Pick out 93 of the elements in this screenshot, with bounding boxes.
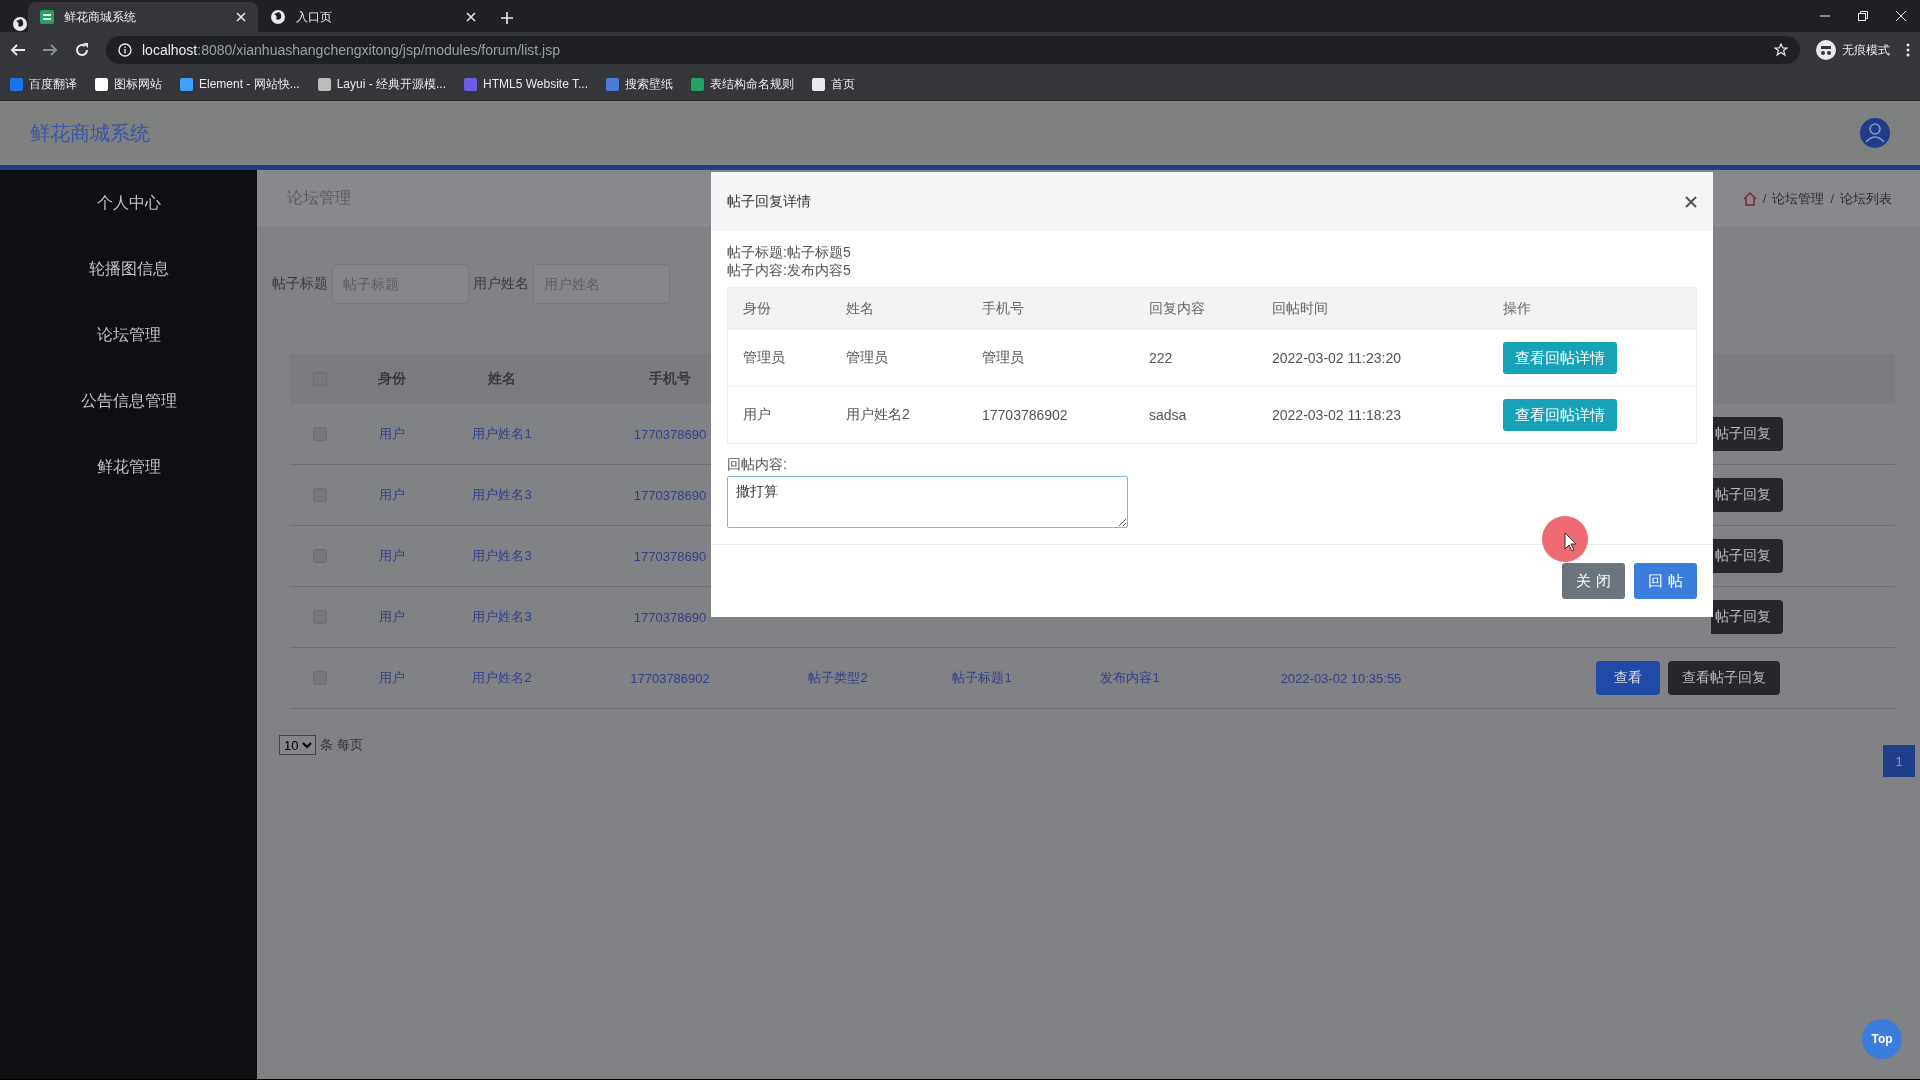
table-cell: 帖子类型2: [808, 669, 868, 687]
table-cell: 1770378690: [633, 609, 707, 625]
incognito-badge[interactable]: 无痕模式: [1816, 40, 1890, 60]
table-cell: 用户姓名2: [472, 669, 532, 687]
breadcrumb-item[interactable]: 论坛列表: [1840, 189, 1892, 208]
view-button[interactable]: 查看: [1595, 661, 1660, 695]
browser-tab[interactable]: 入口页: [258, 2, 488, 32]
table-cell-text: 222: [1149, 350, 1174, 366]
bookmark[interactable]: 首页: [812, 75, 855, 93]
bookmark[interactable]: Element - 网站快...: [180, 75, 300, 93]
reload-icon[interactable]: [74, 42, 90, 58]
column-header: 手机号: [982, 299, 1025, 318]
column-header: 手机号: [649, 370, 691, 388]
table-cell: 17703786902: [630, 670, 710, 686]
dialog-title: 帖子回复详情: [727, 192, 811, 211]
forward-icon[interactable]: [42, 42, 58, 58]
reply-field[interactable]: 撒打算: [727, 476, 1128, 528]
column-header: 身份: [743, 299, 772, 318]
user-avatar-icon[interactable]: [1860, 118, 1890, 148]
table-cell: 1770378690: [633, 548, 707, 564]
table-cell: 帖子标题1: [952, 669, 1012, 687]
info-icon: [118, 43, 132, 57]
table-cell: 用户: [379, 669, 405, 687]
sheet-icon: [40, 10, 54, 24]
breadcrumb-item[interactable]: 论坛管理: [1772, 189, 1825, 208]
table-cell-text: 用户姓名2: [846, 406, 911, 424]
table-cell: 用户姓名3: [472, 547, 532, 565]
reply-button[interactable]: 回 帖: [1634, 563, 1697, 599]
sidebar-item[interactable]: 个人中心: [0, 170, 257, 236]
bookmark[interactable]: 百度翻译: [10, 75, 77, 93]
reply-label: 回帖内容:: [727, 456, 788, 474]
table-cell: 用户姓名1: [472, 425, 532, 443]
click-highlight-icon: [1541, 515, 1589, 563]
table-cell: 用户: [379, 547, 405, 565]
browser-tab[interactable]: 鲜花商城系统: [28, 2, 258, 32]
restore-icon[interactable]: [1858, 11, 1868, 21]
menu-icon[interactable]: [1906, 43, 1910, 57]
table-cell: 用户: [379, 425, 405, 443]
table-cell: 1770378690: [633, 426, 707, 442]
bookmark[interactable]: 表结构命名规则: [691, 75, 794, 93]
column-header: 姓名: [488, 370, 516, 388]
filter-label: 用户姓名: [473, 275, 529, 293]
close-icon[interactable]: [1685, 195, 1697, 208]
globe-icon: [270, 9, 286, 25]
table-cell-text: sadsa: [1149, 407, 1188, 423]
column-header: 回复内容: [1149, 299, 1206, 318]
table-cell: 用户姓名3: [472, 486, 532, 504]
column-header: 身份: [378, 370, 406, 388]
sidebar-item[interactable]: 论坛管理: [0, 302, 257, 368]
table-cell-text: 管理员: [982, 349, 1025, 367]
view-replies-button[interactable]: 帖子回复: [1711, 539, 1783, 573]
page-size-label: 条 每页: [320, 736, 363, 754]
table-cell-text: 管理员: [743, 349, 786, 367]
filter-label: 帖子标题: [272, 275, 328, 293]
table-cell: 用户: [379, 608, 405, 626]
view-replies-button[interactable]: 查看帖子回复: [1667, 661, 1780, 695]
breadcrumb-separator: /: [1762, 191, 1767, 206]
column-header: 操作: [1503, 299, 1532, 318]
table-cell: 1770378690: [633, 487, 707, 503]
incognito-icon: [1816, 40, 1836, 60]
bookmark[interactable]: 搜索壁纸: [606, 75, 673, 93]
breadcrumb-separator: /: [1830, 191, 1834, 206]
table-cell-text: 17703786902: [982, 407, 1069, 423]
view-replies-button[interactable]: 帖子回复: [1711, 600, 1783, 634]
table-cell: 发布内容1: [1100, 669, 1160, 687]
table-cell: 2022-03-02 10:35:55: [1280, 670, 1402, 686]
new-tab-icon[interactable]: [500, 11, 514, 25]
page-button[interactable]: 1: [1883, 745, 1915, 777]
sidebar-item[interactable]: 鲜花管理: [0, 434, 257, 500]
close-button[interactable]: 关 闭: [1562, 563, 1625, 599]
address-bar[interactable]: localhost:8080/xianhuashangchengxitong/jsp/modules/forum/list.jsp: [106, 36, 1800, 64]
home-icon[interactable]: [1742, 191, 1757, 206]
table-cell: 用户姓名3: [472, 608, 532, 626]
view-replies-button[interactable]: 帖子回复: [1711, 417, 1783, 451]
table-cell: 用户: [379, 486, 405, 504]
table-cell-text: 用户: [743, 406, 772, 424]
column-header: 姓名: [846, 299, 875, 318]
post-content: 帖子内容:发布内容5: [727, 261, 852, 279]
bookmark[interactable]: HTML5 Website T...: [464, 77, 588, 91]
table-cell-text: 2022-03-02 11:18:23: [1272, 407, 1402, 423]
table-cell-text: 管理员: [846, 349, 889, 367]
back-icon[interactable]: [10, 42, 26, 58]
bookmark[interactable]: 图标网站: [95, 75, 162, 93]
view-replies-button[interactable]: 帖子回复: [1711, 478, 1783, 512]
sidebar-item[interactable]: 轮播图信息: [0, 236, 257, 302]
column-header: 回帖时间: [1272, 299, 1329, 318]
bookmark[interactable]: Layui - 经典开源模...: [317, 75, 447, 93]
page-size-select[interactable]: 10: [279, 735, 316, 755]
app-title: 鲜花商城系统: [30, 120, 150, 146]
sidebar-item[interactable]: 公告信息管理: [0, 368, 257, 434]
star-icon[interactable]: [1774, 43, 1788, 57]
post-title: 帖子标题:帖子标题5: [727, 243, 852, 261]
table-cell-text: 2022-03-02 11:23:20: [1272, 350, 1402, 366]
